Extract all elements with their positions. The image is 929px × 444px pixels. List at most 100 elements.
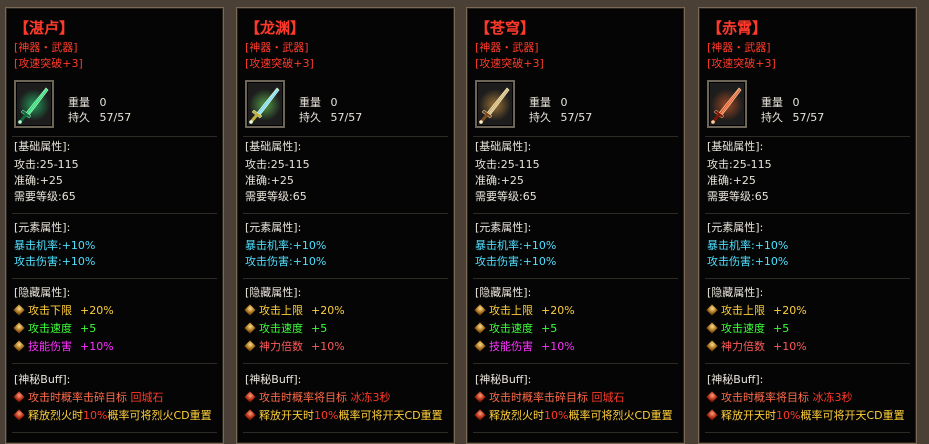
buff-title: [神秘Buff]:: [14, 373, 71, 386]
gem-bullet-icon: [474, 304, 486, 316]
elem-attr-title: [元素属性]:: [14, 221, 71, 234]
item-tooltip-panel-1: 【湛卢】 [神器・武器] [攻速突破+3] 重量 0 持久 57/57 [基础属…: [5, 7, 224, 444]
gem-bullet-icon: [13, 409, 25, 421]
gem-bullet-icon: [474, 322, 486, 334]
buff-percent: 10%: [776, 409, 801, 422]
tooltip-strip: 【湛卢】 [神器・武器] [攻速突破+3] 重量 0 持久 57/57 [基础属…: [0, 0, 929, 444]
item-type-line: [神器・武器]: [14, 41, 78, 54]
item-effect-line: [攻速突破+3]: [14, 57, 83, 70]
hidden-attr-value: +10%: [311, 340, 345, 353]
divider: [705, 432, 910, 433]
gem-bullet-icon: [244, 340, 256, 352]
divider: [705, 278, 910, 279]
gem-bullet-icon: [244, 391, 256, 403]
hidden-attr-value: +5: [80, 322, 97, 335]
buff-row-1: 攻击时概率击碎目标 回城石: [474, 390, 625, 406]
item-icon-slot[interactable]: [245, 80, 285, 128]
elem-attr-damage: 攻击伤害:+10%: [245, 255, 327, 268]
item-type-line: [神器・武器]: [245, 41, 309, 54]
base-attr-level: 需要等级:65: [245, 190, 307, 203]
buff-row-2: 释放烈火时10%概率可将烈火CD重置: [13, 408, 212, 424]
gem-bullet-icon: [13, 340, 25, 352]
buff-value: 冰冻3秒: [350, 391, 391, 404]
hidden-attr-label: 攻击速度: [259, 322, 303, 335]
hidden-attr-value: +10%: [541, 340, 575, 353]
item-name: 【湛卢】: [14, 19, 75, 37]
hidden-attr-value: +10%: [80, 340, 114, 353]
buff-percent: 10%: [544, 409, 569, 422]
gem-bullet-icon: [13, 391, 25, 403]
hidden-attr-label: 攻击下限: [28, 304, 72, 317]
base-attr-title: [基础属性]:: [475, 140, 532, 153]
base-attr-accuracy: 准确:+25: [14, 174, 63, 187]
base-attr-accuracy: 准确:+25: [707, 174, 756, 187]
divider: [473, 136, 678, 137]
jade-sword-icon: [18, 87, 50, 124]
durability-label: 持久: [529, 111, 551, 124]
divider: [705, 363, 910, 364]
buff-row-2: 释放开天时10%概率可将开天CD重置: [706, 408, 905, 424]
base-attr-accuracy: 准确:+25: [245, 174, 294, 187]
hidden-attr-value: +20%: [311, 304, 345, 317]
buff-text: 攻击时概率将目标: [721, 391, 809, 404]
item-icon-slot[interactable]: [707, 80, 747, 128]
hidden-attr-row: 神力倍数 +10%: [244, 339, 345, 355]
hidden-attr-value: +20%: [541, 304, 575, 317]
hidden-attr-label: 神力倍数: [259, 340, 303, 353]
base-attr-title: [基础属性]:: [245, 140, 302, 153]
base-attr-attack: 攻击:25-115: [14, 158, 79, 171]
buff-row-1: 攻击时概率将目标 冰冻3秒: [706, 390, 853, 406]
crimson-sword-icon: [711, 87, 743, 124]
hidden-attr-row: 攻击速度 +5: [474, 321, 558, 337]
hidden-attr-row: 攻击上限 +20%: [706, 303, 807, 319]
buff-text: 概率可将烈火CD重置: [568, 409, 673, 422]
item-name-text: 苍穹: [490, 19, 521, 37]
item-name: 【赤霄】: [707, 19, 768, 37]
buff-text: 概率可将开天CD重置: [800, 409, 905, 422]
buff-value: 回城石: [591, 391, 625, 404]
buff-text: 释放烈火时: [28, 409, 83, 422]
hidden-attr-label: 攻击上限: [721, 304, 765, 317]
item-icon-slot[interactable]: [475, 80, 515, 128]
dragon-sword-icon: [249, 87, 281, 124]
buff-value: 回城石: [130, 391, 164, 404]
elem-attr-damage: 攻击伤害:+10%: [707, 255, 789, 268]
gem-bullet-icon: [13, 304, 25, 316]
buff-row-2: 释放开天时10%概率可将开天CD重置: [244, 408, 443, 424]
hidden-attr-label: 技能伤害: [489, 340, 533, 353]
durability-label: 持久: [299, 111, 321, 124]
elem-attr-crit: 暴击机率:+10%: [245, 239, 327, 252]
base-attr-level: 需要等级:65: [707, 190, 769, 203]
hidden-attr-label: 攻击速度: [721, 322, 765, 335]
elem-attr-damage: 攻击伤害:+10%: [475, 255, 557, 268]
elem-attr-crit: 暴击机率:+10%: [14, 239, 96, 252]
divider: [243, 136, 448, 137]
buff-value: 冰冻3秒: [812, 391, 853, 404]
hidden-attr-row: 技能伤害 +10%: [474, 339, 575, 355]
hidden-attr-title: [隐藏属性]:: [707, 286, 764, 299]
base-attr-accuracy: 准确:+25: [475, 174, 524, 187]
hidden-attr-row: 攻击下限 +20%: [13, 303, 114, 319]
hidden-attr-row: 技能伤害 +10%: [13, 339, 114, 355]
buff-title: [神秘Buff]:: [475, 373, 532, 386]
base-attr-attack: 攻击:25-115: [475, 158, 540, 171]
gem-bullet-icon: [706, 391, 718, 403]
elem-attr-title: [元素属性]:: [245, 221, 302, 234]
item-tooltip-panel-4: 【赤霄】 [神器・武器] [攻速突破+3] 重量 0 持久 57/57 [基础属…: [698, 7, 917, 444]
divider: [473, 278, 678, 279]
item-icon-slot[interactable]: [14, 80, 54, 128]
gem-bullet-icon: [474, 391, 486, 403]
hidden-attr-value: +5: [541, 322, 558, 335]
weight-value: 0: [792, 96, 800, 109]
gem-bullet-icon: [706, 409, 718, 421]
buff-percent: 10%: [83, 409, 108, 422]
durability-value: 57/57: [560, 111, 593, 124]
hidden-attr-value: +20%: [80, 304, 114, 317]
weight-value: 0: [560, 96, 568, 109]
buff-title: [神秘Buff]:: [245, 373, 302, 386]
item-effect-line: [攻速突破+3]: [245, 57, 314, 70]
hidden-attr-label: 攻击速度: [28, 322, 72, 335]
buff-text: 释放开天时: [259, 409, 314, 422]
divider: [243, 278, 448, 279]
item-effect-line: [攻速突破+3]: [475, 57, 544, 70]
